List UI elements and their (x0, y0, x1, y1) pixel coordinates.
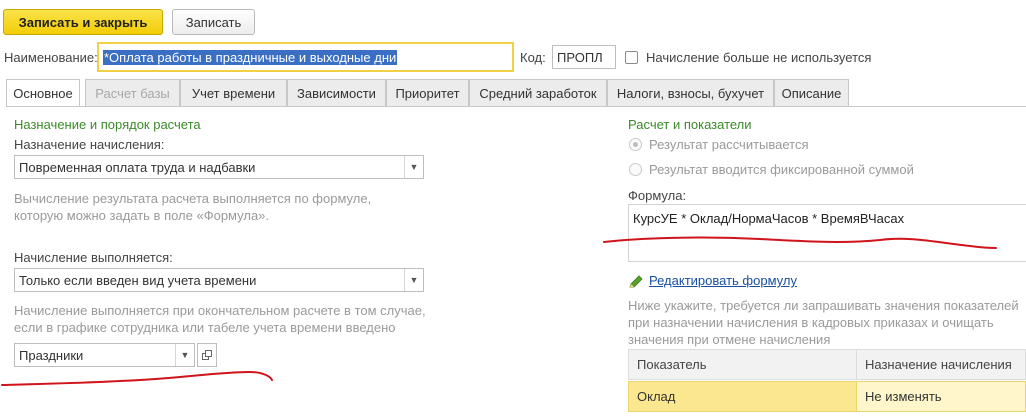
formula-hint: Вычисление результата расчета выполняетс… (14, 190, 371, 224)
table-cell-purpose[interactable]: Не изменять (856, 381, 1026, 412)
code-label: Код: (520, 50, 546, 65)
annotation-underline-holidays (1, 370, 273, 386)
indicators-hint-line1: Ниже укажите, требуется ли запрашивать з… (628, 298, 1019, 313)
formula-value: КурсУЕ * Оклад/НормаЧасов * ВремяВЧасах (633, 211, 905, 226)
formula-hint-line1: Вычисление результата расчета выполняетс… (14, 191, 372, 206)
formula-hint-line2: которую можно задать в поле «Формула». (14, 208, 270, 223)
pencil-icon (629, 275, 643, 288)
tab-dependencies[interactable]: Зависимости (287, 79, 386, 106)
indicators-hint-line3: значения при отмене начисления (628, 332, 831, 347)
chevron-down-icon[interactable]: ▼ (404, 156, 423, 178)
radio-calculated-label: Результат рассчитывается (649, 137, 809, 152)
code-value: ПРОПЛ (557, 49, 603, 65)
radio-fixed-label: Результат вводится фиксированной суммой (649, 162, 914, 177)
table-header-indicator[interactable]: Показатель (628, 349, 857, 380)
tab-average-earnings[interactable]: Средний заработок (469, 79, 607, 106)
purpose-value: Повременная оплата труда и надбавки (19, 159, 256, 175)
tab-time-tracking[interactable]: Учет времени (180, 79, 287, 106)
holidays-select[interactable]: Праздники ▼ (14, 343, 195, 367)
formula-field[interactable]: КурсУЕ * Оклад/НормаЧасов * ВремяВЧасах (628, 204, 1026, 262)
tab-base-calculation[interactable]: Расчет базы (85, 79, 180, 106)
right-section-title: Расчет и показатели (628, 117, 752, 132)
tab-main[interactable]: Основное (6, 79, 80, 107)
save-and-close-button[interactable]: Записать и закрыть (3, 9, 163, 35)
final-hint-line1: Начисление выполняется при окончательном… (14, 303, 426, 318)
name-field[interactable]: *Оплата работы в праздничные и выходные … (97, 42, 514, 72)
open-form-icon (201, 349, 212, 360)
purpose-label: Назначение начисления: (14, 137, 165, 152)
holidays-value: Праздники (19, 347, 84, 363)
edit-formula-link[interactable]: Редактировать формулу (649, 273, 797, 288)
tab-taxes[interactable]: Налоги, взносы, бухучет (607, 79, 774, 106)
indicators-hint-line2: при назначении начисления в кадровых при… (628, 315, 994, 330)
unused-label: Начисление больше не используется (646, 50, 872, 65)
open-form-button[interactable] (197, 343, 217, 367)
final-hint-line2: если в графике сотрудника или табеле уче… (14, 320, 396, 335)
chevron-down-icon[interactable]: ▼ (175, 344, 194, 366)
left-section-title: Назначение и порядок расчета (14, 117, 201, 132)
chevron-down-icon[interactable]: ▼ (404, 269, 423, 291)
performed-value: Только если введен вид учета времени (19, 272, 257, 288)
performed-select[interactable]: Только если введен вид учета времени ▼ (14, 268, 424, 292)
unused-checkbox[interactable] (625, 51, 638, 64)
tab-priority[interactable]: Приоритет (386, 79, 469, 106)
tab-panel-border (6, 106, 1026, 107)
name-label: Наименование: (4, 50, 98, 65)
formula-label: Формула: (628, 188, 687, 203)
indicators-hint: Ниже укажите, требуется ли запрашивать з… (628, 297, 1019, 348)
final-hint: Начисление выполняется при окончательном… (14, 302, 426, 336)
code-field[interactable]: ПРОПЛ (552, 45, 616, 69)
radio-fixed[interactable] (629, 163, 642, 176)
radio-calculated[interactable] (629, 138, 642, 151)
purpose-select[interactable]: Повременная оплата труда и надбавки ▼ (14, 155, 424, 179)
table-cell-indicator[interactable]: Оклад (628, 381, 857, 412)
performed-label: Начисление выполняется: (14, 250, 173, 265)
table-header-purpose[interactable]: Назначение начисления (856, 349, 1026, 380)
save-button[interactable]: Записать (172, 9, 255, 35)
name-value: *Оплата работы в праздничные и выходные … (103, 49, 398, 65)
tab-description[interactable]: Описание (774, 79, 849, 106)
